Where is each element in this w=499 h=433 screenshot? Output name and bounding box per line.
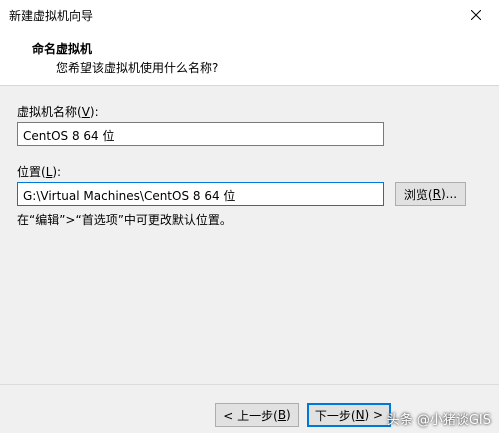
location-input[interactable]: G:\Virtual Machines\CentOS 8 64 位 xyxy=(17,182,384,206)
window-title: 新建虚拟机向导 xyxy=(9,9,94,23)
browse-button[interactable]: 浏览(R)... xyxy=(395,182,466,206)
vm-name-label: 虚拟机名称(V): xyxy=(17,105,99,119)
footer-divider xyxy=(0,384,499,385)
page-subtitle: 您希望该虚拟机使用什么名称? xyxy=(56,61,219,75)
wizard-header: 命名虚拟机 您希望该虚拟机使用什么名称? xyxy=(0,30,499,86)
location-label: 位置(L): xyxy=(17,165,62,179)
page-title: 命名虚拟机 xyxy=(32,42,93,56)
close-button[interactable] xyxy=(453,0,499,30)
close-icon xyxy=(471,10,481,20)
title-bar: 新建虚拟机向导 xyxy=(0,0,499,30)
watermark: 头条 @小猪谈GIS xyxy=(386,413,491,428)
next-button[interactable]: 下一步(N) > xyxy=(307,403,391,427)
vm-name-input[interactable]: CentOS 8 64 位 xyxy=(17,122,384,146)
location-hint: 在“编辑”>“首选项”中可更改默认位置。 xyxy=(17,213,232,227)
back-button[interactable]: < 上一步(B) xyxy=(215,403,299,427)
